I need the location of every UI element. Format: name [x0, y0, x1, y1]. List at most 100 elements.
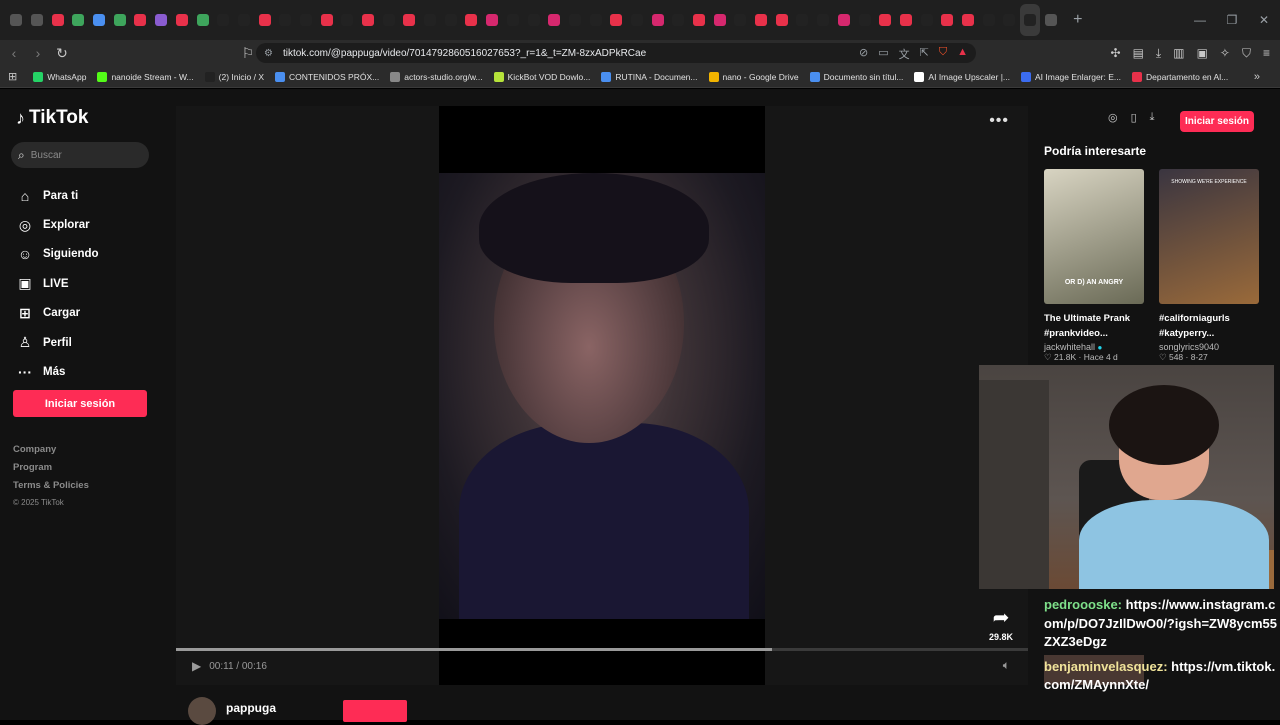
browser-tab[interactable] — [316, 4, 337, 36]
recommended-author[interactable]: jackwhitehall ● — [1044, 342, 1144, 352]
brave-shield-icon[interactable]: ⛉ — [939, 46, 947, 62]
recommended-thumbnail[interactable]: OR D) AN ANGRY — [1044, 169, 1144, 304]
browser-tab[interactable] — [213, 4, 234, 36]
translate-icon[interactable]: 文 — [899, 46, 910, 62]
browser-tab[interactable] — [420, 4, 441, 36]
tiktok-logo[interactable]: ♪ TikTok — [16, 107, 88, 129]
browser-tab[interactable] — [647, 4, 668, 36]
sidebar-item-home[interactable]: ⌂ Para ti — [16, 181, 99, 210]
compass-icon[interactable]: ◎ — [1108, 111, 1118, 124]
more-bookmarks-icon[interactable]: » — [1254, 71, 1260, 83]
browser-tab[interactable] — [172, 4, 193, 36]
browser-tab[interactable] — [68, 4, 89, 36]
play-icon[interactable]: ▶ — [192, 659, 201, 673]
browser-tab[interactable] — [337, 4, 358, 36]
browser-tab[interactable] — [875, 4, 896, 36]
browser-tab[interactable] — [689, 4, 710, 36]
browser-tab[interactable] — [254, 4, 275, 36]
browser-tab[interactable] — [440, 4, 461, 36]
browser-tab[interactable] — [751, 4, 772, 36]
browser-tab[interactable] — [937, 4, 958, 36]
bookmark-item[interactable]: Departamento en Al... — [1131, 71, 1228, 82]
mute-site-icon[interactable]: ⊘ — [859, 46, 868, 62]
browser-tab[interactable] — [606, 4, 627, 36]
browser-tab[interactable] — [275, 4, 296, 36]
new-tab-button[interactable]: + — [1073, 11, 1082, 29]
footer-program-link[interactable]: Program — [13, 462, 89, 480]
browser-tab[interactable] — [151, 4, 172, 36]
bookmark-item[interactable]: RUTINA - Documen... — [601, 71, 698, 82]
browser-tab[interactable] — [296, 4, 317, 36]
menu-icon[interactable]: ≡ — [1263, 46, 1270, 61]
browser-tab[interactable] — [978, 4, 999, 36]
share-page-icon[interactable]: ⇱ — [920, 46, 929, 62]
sidebar-icon[interactable]: ▥ — [1173, 46, 1184, 61]
search-input[interactable]: ⌕ Buscar — [11, 142, 149, 168]
recommended-author[interactable]: songlyrics9040 — [1159, 342, 1259, 352]
author-avatar[interactable] — [188, 697, 216, 725]
browser-tab[interactable] — [1019, 4, 1041, 36]
bookmark-item[interactable]: (2) Inicio / X — [204, 71, 264, 82]
bookmark-item[interactable]: nano - Google Drive — [708, 71, 799, 82]
browser-tab[interactable] — [916, 4, 937, 36]
url-bar[interactable]: ⚙ tiktok.com/@pappuga/video/701479286051… — [256, 43, 976, 63]
bookmark-item[interactable]: CONTENIDOS PRÓX... — [275, 71, 379, 82]
browser-tab[interactable] — [813, 4, 834, 36]
recommended-thumbnail[interactable]: SHOWING WE'RE EXPERIENCE — [1159, 169, 1259, 304]
brave-rewards-icon[interactable]: ▲ — [957, 46, 968, 62]
bookmark-item[interactable]: Documento sin títul... — [809, 71, 903, 82]
back-icon[interactable]: ‹ — [4, 45, 24, 61]
browser-tab[interactable] — [896, 4, 917, 36]
browser-tab[interactable] — [854, 4, 875, 36]
author-name[interactable]: pappuga — [226, 701, 276, 715]
site-info-icon[interactable]: ⚙ — [264, 48, 273, 59]
sidebar-item-upload[interactable]: ⊞ Cargar — [16, 299, 99, 328]
footer-company-link[interactable]: Company — [13, 444, 89, 462]
sidebar-item-profile[interactable]: ♙ Perfil — [16, 328, 99, 357]
phone-icon[interactable]: ▯ — [1131, 111, 1137, 124]
login-button[interactable]: Iniciar sesión — [13, 390, 147, 417]
browser-tab[interactable] — [6, 4, 27, 36]
maximize-icon[interactable]: ❐ — [1216, 13, 1248, 27]
reload-icon[interactable]: ↻ — [52, 45, 72, 62]
sidebar-item-following[interactable]: ☺ Siguiendo — [16, 240, 99, 269]
browser-tab[interactable] — [358, 4, 379, 36]
browser-tab[interactable] — [668, 4, 689, 36]
sidebar-item-more[interactable]: ··· Más — [16, 357, 99, 386]
header-login-button[interactable]: Iniciar sesión — [1180, 111, 1254, 132]
browser-tab[interactable] — [565, 4, 586, 36]
more-options-icon[interactable]: ••• — [989, 112, 1009, 130]
cast-icon[interactable]: ▭ — [878, 46, 888, 62]
browser-tab[interactable] — [130, 4, 151, 36]
browser-tab[interactable] — [234, 4, 255, 36]
bookmark-icon[interactable]: ⚐ — [238, 45, 258, 62]
browser-tab[interactable] — [834, 4, 855, 36]
browser-tab[interactable] — [585, 4, 606, 36]
browser-tab[interactable] — [47, 4, 68, 36]
share-button[interactable]: ➦ 29.8K — [986, 605, 1016, 642]
video-player[interactable]: ••• ▶ 00:11 / 00:16 🔈︎ ➦ 29.8K — [176, 106, 1028, 685]
video-progress-bar[interactable] — [176, 648, 1028, 651]
browser-tab[interactable] — [503, 4, 524, 36]
browser-tab[interactable] — [523, 4, 544, 36]
bookmark-item[interactable]: KickBot VOD Dowlo... — [493, 71, 590, 82]
browser-tab[interactable] — [771, 4, 792, 36]
vpn-icon[interactable]: ⛉ — [1242, 46, 1251, 61]
download-app-icon[interactable]: ⤓ — [1150, 111, 1155, 124]
recommended-title[interactable]: The Ultimate Prank #prankvideo... — [1044, 311, 1144, 341]
browser-tab[interactable] — [709, 4, 730, 36]
extensions-icon[interactable]: ✣ — [1111, 46, 1121, 61]
follow-button[interactable] — [343, 700, 407, 722]
bookmark-item[interactable]: AI Image Upscaler |... — [914, 71, 1010, 82]
browser-tab[interactable] — [89, 4, 110, 36]
recommended-title[interactable]: #californiagurls #katyperry... — [1159, 311, 1259, 341]
bookmark-item[interactable]: AI Image Enlarger: E... — [1021, 71, 1121, 82]
screenshot-icon[interactable]: ▤ — [1133, 46, 1144, 61]
ai-icon[interactable]: ✧ — [1220, 46, 1230, 61]
browser-tab[interactable] — [378, 4, 399, 36]
browser-tab[interactable] — [792, 4, 813, 36]
browser-tab[interactable] — [627, 4, 648, 36]
browser-tab[interactable] — [482, 4, 503, 36]
recommended-video[interactable]: SHOWING WE'RE EXPERIENCE #californiagurls… — [1159, 169, 1259, 363]
minimize-icon[interactable]: — — [1184, 13, 1216, 27]
